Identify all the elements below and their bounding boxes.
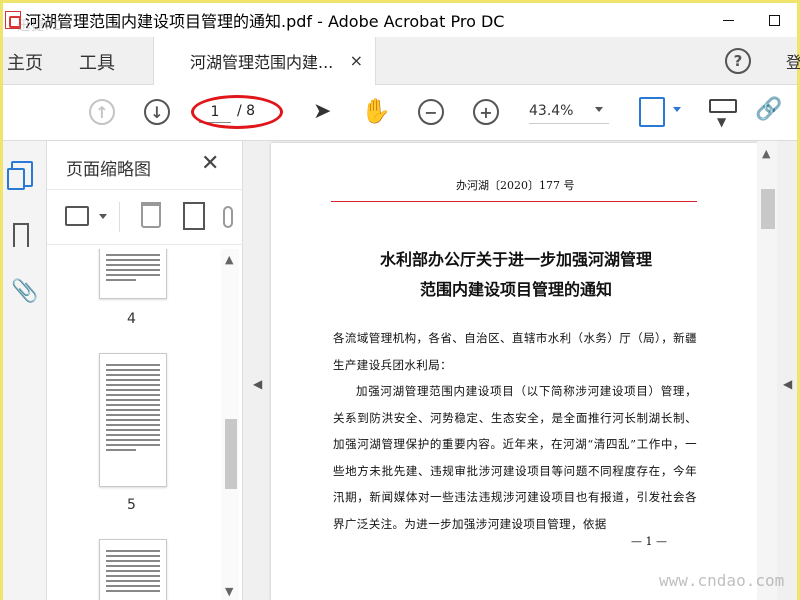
thumbnail-options-icon[interactable] (65, 206, 89, 226)
bookmark-icon[interactable] (13, 223, 29, 247)
panel-toolbar (47, 189, 243, 245)
trash-icon[interactable] (141, 202, 161, 228)
scrollbar-thumb[interactable] (761, 189, 775, 229)
watermark-bottom: www.cndao.com (659, 571, 785, 590)
title-line-2: 范围内建设项目管理的通知 (419, 280, 612, 299)
pdf-page: 办河湖〔2020〕177 号 水利部办公厅关于进一步加强河湖管理 范围内建设项目… (271, 143, 759, 600)
scroll-up-icon[interactable]: ▲ (762, 147, 770, 160)
annotation-ellipse (191, 95, 283, 129)
title-bar: 河湖管理范围内建设项目管理的通知.pdf - Adobe Acrobat Pro… (3, 3, 797, 37)
thumbnails-panel: 页面缩略图 ✕ 4 5 ▲ ▼ (47, 141, 243, 600)
fit-page-icon[interactable] (639, 97, 665, 127)
maximize-button[interactable] (751, 3, 797, 37)
home-tab[interactable]: 主页 (7, 49, 43, 75)
page-footer: — 1 — (631, 535, 667, 548)
recipients-paragraph: 各流域管理机构，各省、自治区、直辖市水利（水务）厅（局），新疆生产建设兵团水利局… (333, 331, 697, 372)
help-icon[interactable]: ? (725, 48, 751, 74)
sign-in-button[interactable]: 登 (786, 49, 800, 73)
collapse-right-icon[interactable]: ◀ (783, 377, 792, 391)
toolbar: ↑ ↓ 1 / 8 ➤ ✋ − + 43.4% ▼ 🔗 (3, 85, 797, 141)
navigation-pane: 📎 (3, 141, 47, 600)
watermark-top: 迅捷PDF (17, 19, 74, 34)
thumbnail-scrollbar[interactable]: ▲ ▼ (221, 249, 239, 600)
scrollbar-thumb[interactable] (225, 419, 237, 489)
thumbnail-number: 4 (127, 311, 136, 327)
divider (119, 202, 120, 232)
previous-page-icon[interactable]: ↑ (89, 99, 115, 125)
app-window: 河湖管理范围内建设项目管理的通知.pdf - Adobe Acrobat Pro… (0, 0, 800, 600)
document-view: ◀ 办河湖〔2020〕177 号 水利部办公厅关于进一步加强河湖管理 范围内建设… (243, 141, 797, 600)
select-cursor-icon[interactable]: ➤ (313, 99, 331, 124)
window-title: 河湖管理范围内建设项目管理的通知.pdf - Adobe Acrobat Pro… (25, 12, 505, 31)
chevron-down-icon[interactable] (99, 214, 107, 219)
title-line-1: 水利部办公厅关于进一步加强河湖管理 (379, 250, 652, 269)
minimize-button[interactable] (705, 3, 751, 37)
next-page-icon[interactable]: ↓ (144, 99, 170, 125)
minimize-icon (722, 19, 734, 21)
thumbnail-list: 4 5 (47, 249, 243, 600)
panel-title: 页面缩略图 (66, 160, 151, 180)
keyboard-icon[interactable] (709, 99, 737, 113)
document-title: 水利部办公厅关于进一步加强河湖管理 范围内建设项目管理的通知 (351, 245, 681, 305)
body-paragraph: 加强河湖管理范围内建设项目（以下简称涉河建设项目）管理，关系到防洪安全、河势稳定… (333, 384, 697, 531)
attachment-icon[interactable]: 📎 (11, 279, 38, 305)
document-scrollbar[interactable]: ▲ (757, 141, 777, 600)
page-thumbnails-icon[interactable] (7, 161, 33, 190)
close-tab-icon[interactable]: × (350, 51, 363, 70)
thumbnail-page-4[interactable] (99, 249, 167, 299)
menu-bar: 主页 工具 (3, 37, 797, 85)
arrow-down-icon: ▼ (717, 115, 727, 129)
thumbnail-page-6[interactable] (99, 539, 167, 600)
extract-pages-icon[interactable] (183, 202, 205, 230)
hand-tool-icon[interactable]: ✋ (361, 97, 391, 125)
close-panel-icon[interactable]: ✕ (201, 151, 219, 176)
scroll-down-icon[interactable]: ▼ (225, 585, 233, 598)
document-tab-label: 河湖管理范围内建... (190, 53, 334, 72)
scroll-up-icon[interactable]: ▲ (225, 253, 233, 266)
chevron-down-icon[interactable] (595, 107, 603, 112)
document-number: 办河湖〔2020〕177 号 (456, 179, 575, 192)
zoom-in-icon[interactable]: + (473, 99, 499, 125)
red-rule (331, 201, 697, 202)
thumbnail-page-5[interactable] (99, 353, 167, 487)
maximize-icon (768, 14, 780, 26)
collapse-left-icon[interactable]: ◀ (253, 377, 262, 391)
window-controls (705, 3, 797, 37)
chevron-down-icon[interactable] (673, 107, 681, 112)
thumbnail-number: 5 (127, 497, 136, 513)
tools-tab[interactable]: 工具 (79, 49, 115, 75)
link-icon[interactable]: 🔗 (755, 97, 782, 122)
zoom-out-icon[interactable]: − (418, 99, 444, 125)
document-tab[interactable]: 河湖管理范围内建... × (153, 37, 376, 85)
rotate-icon[interactable] (223, 206, 233, 228)
